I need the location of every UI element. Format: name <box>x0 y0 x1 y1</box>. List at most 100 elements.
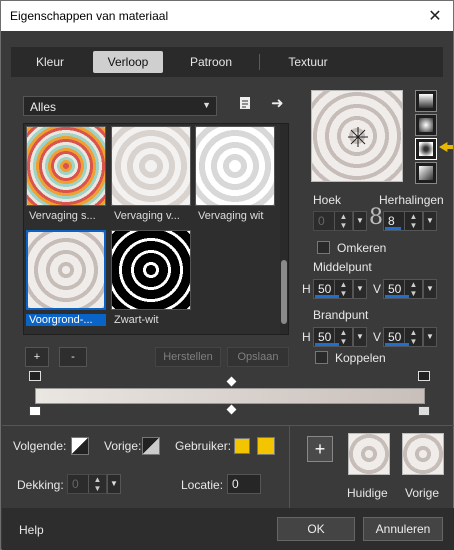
gallery-item[interactable]: Vervaging s... <box>26 126 106 228</box>
add-to-swatches-button[interactable]: + <box>307 436 333 462</box>
opacity-value: 0 <box>72 477 79 491</box>
link-chain-icon[interactable]: 8 <box>369 205 383 230</box>
spinner-arrows-icon[interactable]: ▲ ▼ <box>88 475 106 493</box>
tab-patroon[interactable]: Patroon <box>176 51 246 73</box>
center-v-label: V <box>373 282 382 296</box>
gallery-item-selected[interactable]: Voorgrond-... <box>26 230 106 332</box>
gradient-gallery: Vervaging s... Vervaging v... Vervaging … <box>23 123 289 335</box>
location-value: 0 <box>232 477 239 491</box>
focal-h-spinner[interactable]: 50 ▲ ▼ ▼ <box>313 327 367 347</box>
gradient-thumbnail <box>111 126 191 206</box>
help-link[interactable]: Help <box>19 523 44 537</box>
tab-separator <box>259 54 260 70</box>
invert-checkbox[interactable] <box>317 241 330 254</box>
top-left-stop-marker[interactable] <box>29 371 41 381</box>
ok-button[interactable]: OK <box>277 517 355 541</box>
center-h-spinner[interactable]: 50 ▲ ▼ ▼ <box>313 279 367 299</box>
chevron-down-icon[interactable]: ▼ <box>423 279 437 299</box>
gradient-thumbnail <box>195 126 275 206</box>
resource-manager-icon[interactable] <box>237 95 253 115</box>
gallery-item[interactable]: Vervaging wit <box>195 126 275 228</box>
spinner-arrows-icon[interactable]: ▲ ▼ <box>334 212 352 230</box>
category-dropdown[interactable]: Alles ▼ <box>23 96 217 116</box>
chevron-down-icon[interactable]: ▼ <box>423 327 437 347</box>
arrow-right-icon[interactable]: ➜ <box>271 94 284 112</box>
vertical-divider <box>289 426 290 508</box>
bottom-right-stop-marker[interactable] <box>418 406 430 416</box>
center-h-slider-fill <box>315 295 339 298</box>
link-checkbox[interactable] <box>315 351 328 364</box>
next-color-swatch[interactable] <box>71 437 89 455</box>
invert-label: Omkeren <box>337 241 387 255</box>
focal-v-value: 50 <box>388 330 402 344</box>
gallery-item-label: Vervaging v... <box>114 210 180 222</box>
gallery-item-label: Vervaging s... <box>29 210 96 222</box>
chevron-down-icon[interactable]: ▼ <box>353 327 367 347</box>
restore-button[interactable]: Herstellen <box>155 347 221 367</box>
remove-gradient-button[interactable]: - <box>59 347 87 367</box>
link-label: Koppelen <box>335 351 386 365</box>
chevron-down-icon[interactable]: ▼ <box>423 211 437 231</box>
chevron-down-icon[interactable]: ▼ <box>353 211 367 231</box>
center-label: Middelpunt <box>313 260 372 274</box>
focal-h-slider-fill <box>315 343 339 346</box>
radial-style-icon[interactable] <box>415 162 437 184</box>
tab-bar: Kleur Verloop Patroon Textuur <box>11 47 443 77</box>
top-right-stop-marker[interactable] <box>418 371 430 381</box>
repeats-label: Herhalingen <box>379 193 444 207</box>
title-bar: Eigenschappen van materiaal ✕ <box>1 1 453 31</box>
gallery-item[interactable]: Vervaging v... <box>111 126 191 228</box>
center-v-value: 50 <box>388 282 402 296</box>
tab-textuur[interactable]: Textuur <box>273 51 343 73</box>
user-color-swatch[interactable] <box>257 437 275 455</box>
tab-kleur[interactable]: Kleur <box>17 51 83 73</box>
spinner-arrows-icon[interactable]: ▲ ▼ <box>404 212 422 230</box>
current-preview[interactable] <box>348 433 390 475</box>
chevron-down-icon[interactable]: ▼ <box>353 279 367 299</box>
chevron-down-icon: ▼ <box>202 100 211 110</box>
window-title: Eigenschappen van materiaal <box>10 9 169 23</box>
scrollbar-thumb[interactable] <box>281 260 287 324</box>
linear-style-icon[interactable] <box>415 90 437 112</box>
focal-v-slider-fill <box>385 343 409 346</box>
repeats-spinner[interactable]: 8 ▲ ▼ ▼ <box>383 211 437 231</box>
angle-spinner[interactable]: 0 ▲ ▼ ▼ <box>313 211 367 231</box>
location-input[interactable]: 0 <box>227 474 261 494</box>
save-button[interactable]: Opslaan <box>227 347 289 367</box>
gallery-scrollbar[interactable] <box>280 124 288 334</box>
tab-verloop[interactable]: Verloop <box>93 51 163 73</box>
focal-h-value: 50 <box>318 330 332 344</box>
gradient-thumbnail <box>26 126 106 206</box>
angle-value: 0 <box>318 214 325 228</box>
gradient-preview[interactable] <box>311 90 403 182</box>
previous-preview[interactable] <box>402 433 444 475</box>
midpoint-diamond[interactable] <box>226 404 237 415</box>
focal-v-spinner[interactable]: 50 ▲ ▼ ▼ <box>383 327 437 347</box>
center-v-spinner[interactable]: 50 ▲ ▼ ▼ <box>383 279 437 299</box>
focal-label: Brandpunt <box>313 308 369 322</box>
prev-color-swatch[interactable] <box>142 437 160 455</box>
location-label: Locatie: <box>181 478 224 492</box>
midpoint-diamond[interactable] <box>226 376 237 387</box>
cancel-button[interactable]: Annuleren <box>363 517 443 541</box>
add-gradient-button[interactable]: + <box>25 347 49 367</box>
gallery-item-label: Vervaging wit <box>198 210 264 222</box>
opacity-spinner[interactable]: 0 ▲ ▼ ▼ <box>67 474 121 494</box>
focal-h-label: H <box>302 330 311 344</box>
gallery-item[interactable]: Zwart-wit <box>111 230 191 332</box>
selected-style-pointer-icon <box>439 142 453 152</box>
center-crosshair-icon <box>348 127 368 147</box>
bottom-left-stop-marker[interactable] <box>29 406 41 416</box>
next-label: Volgende: <box>13 439 67 453</box>
user-color-small-swatch[interactable] <box>234 438 250 454</box>
close-icon[interactable]: ✕ <box>427 6 443 26</box>
chevron-down-icon[interactable]: ▼ <box>107 474 121 494</box>
gradient-editor-bar[interactable] <box>35 388 425 404</box>
gradient-thumbnail <box>111 230 191 310</box>
sunburst-style-icon[interactable] <box>415 138 437 160</box>
repeats-slider-fill <box>385 227 401 230</box>
previous-label: Vorige <box>405 486 440 500</box>
gradient-thumbnail <box>26 230 106 310</box>
center-v-slider-fill <box>385 295 409 298</box>
rectangular-style-icon[interactable] <box>415 114 437 136</box>
